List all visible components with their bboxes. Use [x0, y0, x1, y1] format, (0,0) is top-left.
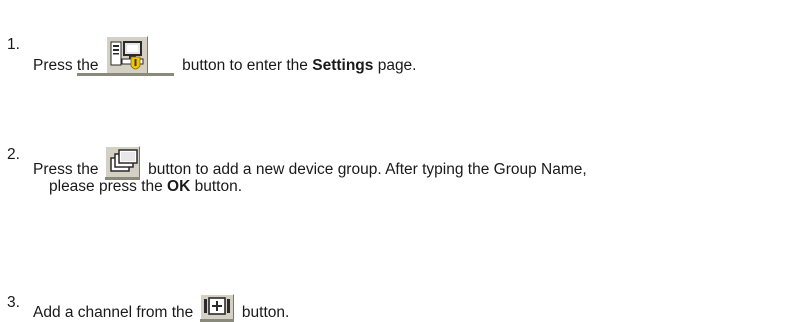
step-2: 2. Press the button to add a new device … — [0, 130, 809, 210]
step-text-continued: please press the OK button. — [49, 178, 242, 196]
step-number: 1. — [7, 36, 20, 53]
step-3: 3. Add a channel from the button. — [0, 272, 809, 322]
step-text: Add a channel from the button. — [33, 294, 289, 322]
step-text-before: Add a channel from the — [33, 304, 194, 321]
step-text-end: page. — [373, 57, 417, 74]
step-text-after: button to add a new device group. After … — [148, 161, 587, 178]
step-text-before: Press the — [33, 161, 99, 178]
step-number: 2. — [7, 146, 20, 163]
add-channel-button-icon — [199, 294, 234, 322]
step-text-after: button. — [241, 304, 290, 321]
step-text-after: button to enter the — [182, 57, 313, 74]
step-number: 3. — [7, 294, 20, 311]
step-text: Press the button to enter the Settings p… — [33, 36, 417, 76]
add-group-icon — [104, 146, 140, 177]
step-1: 1. Press the button to enter the Setting… — [0, 0, 809, 80]
settings-button-icon — [76, 36, 174, 76]
add-channel-icon — [199, 294, 234, 319]
settings-icon — [105, 36, 148, 76]
button-underline — [76, 73, 174, 76]
step-text: Press the button to add a new device gro… — [33, 146, 587, 180]
ok-label: OK — [167, 178, 191, 195]
settings-label: Settings — [312, 57, 374, 74]
step-cont-before: please press the — [49, 178, 168, 195]
add-group-button-icon — [104, 146, 140, 180]
step-cont-end: button. — [190, 178, 243, 195]
